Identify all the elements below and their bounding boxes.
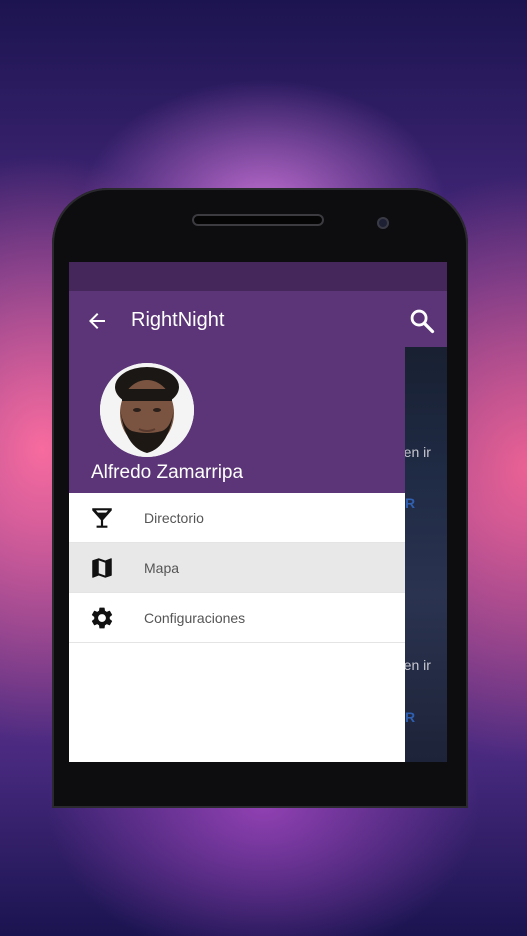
phone-frame: ren ir R ren ir R RightNight Alfredo Zam…	[52, 188, 468, 808]
drawer-header: RightNight Alfredo Zamarripa	[69, 291, 405, 493]
avatar[interactable]	[100, 363, 194, 457]
menu-item-label: Mapa	[144, 560, 180, 576]
phone-screen: ren ir R ren ir R RightNight Alfredo Zam…	[69, 262, 447, 762]
app-title: RightNight	[131, 309, 225, 331]
background-list: ren ir R ren ir R	[399, 347, 447, 762]
arrow-back-icon[interactable]	[85, 309, 109, 333]
menu-item-label: Directorio	[144, 510, 204, 526]
navigation-drawer: RightNight Alfredo Zamarripa Directorio …	[69, 291, 405, 762]
settings-icon	[91, 607, 113, 629]
phone-camera	[377, 217, 389, 229]
status-bar	[69, 262, 447, 291]
menu-item-directorio[interactable]: Directorio	[69, 493, 405, 543]
cocktail-icon	[92, 508, 112, 528]
menu-item-configuraciones[interactable]: Configuraciones	[69, 593, 405, 643]
background-button-text: R	[405, 495, 416, 511]
user-name: Alfredo Zamarripa	[91, 462, 244, 483]
search-icon[interactable]	[408, 307, 436, 335]
map-icon	[92, 558, 112, 578]
menu-item-label: Configuraciones	[144, 610, 246, 626]
background-button-text: R	[405, 709, 416, 725]
phone-speaker	[192, 214, 324, 226]
drawer-menu: Directorio Mapa Configuraciones	[69, 493, 405, 643]
avatar-image	[100, 363, 194, 457]
menu-item-mapa[interactable]: Mapa	[69, 543, 405, 593]
